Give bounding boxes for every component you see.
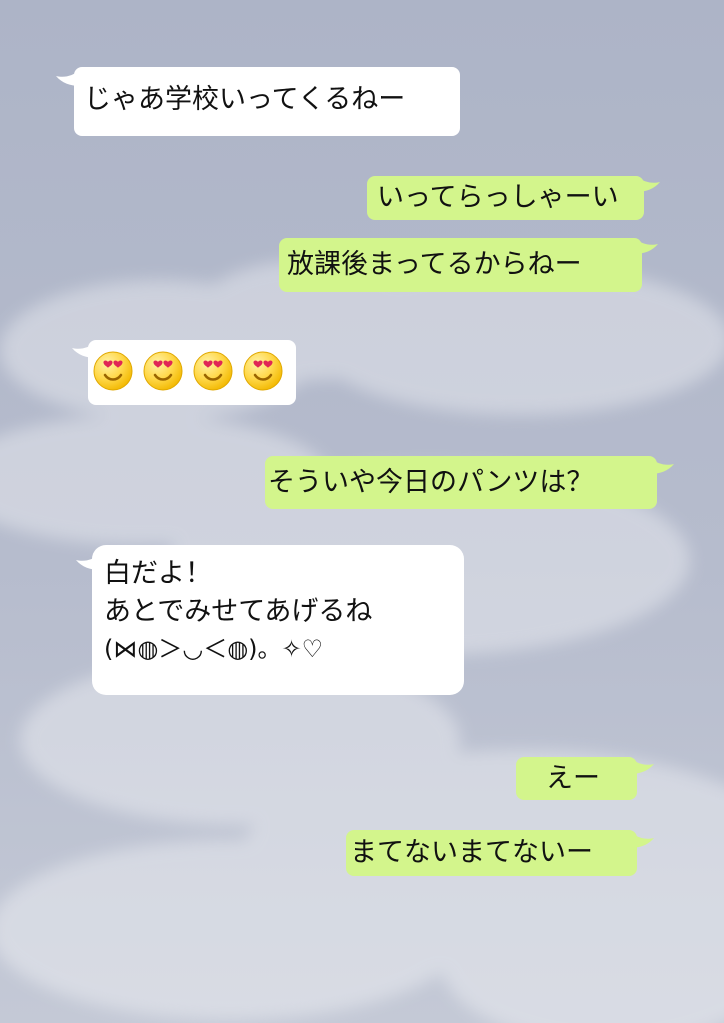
incoming-message-3: 白だよ！ あとでみせてあげるね (⋈◍＞◡＜◍)。✧♡ — [92, 545, 464, 695]
heart-eyes-emoji — [193, 351, 233, 391]
message-line: あとでみせてあげるね — [104, 596, 373, 627]
outgoing-message-3: そういや今日のパンツは？ — [265, 456, 657, 509]
incoming-bubble-tail — [76, 554, 100, 570]
incoming-bubble-tail — [72, 342, 96, 358]
incoming-message-1: じゃあ学校いってくるねー — [74, 67, 460, 136]
message-text: 放課後まってるからねー — [287, 249, 582, 280]
outgoing-bubble-tail — [650, 458, 674, 474]
outgoing-bubble-tail — [634, 238, 658, 254]
message-text: まてないまてないー — [350, 837, 593, 868]
outgoing-bubble-tail — [630, 758, 654, 774]
outgoing-message-2: 放課後まってるからねー — [279, 238, 642, 292]
chat-thread: じゃあ学校いってくるねー いってらっしゃーい 放課後まってるからねー そういや今… — [0, 0, 724, 1023]
incoming-message-2 — [88, 340, 296, 405]
message-text: じゃあ学校いってくるねー — [84, 84, 406, 115]
outgoing-message-4: えー — [516, 757, 637, 800]
message-lines: 白だよ！ あとでみせてあげるね (⋈◍＞◡＜◍)。✧♡ — [104, 558, 372, 664]
message-line: 白だよ！ — [104, 558, 212, 589]
kaomoji-line: (⋈◍＞◡＜◍)。✧♡ — [104, 635, 324, 663]
heart-eyes-emoji — [143, 351, 183, 391]
outgoing-message-5: まてないまてないー — [346, 830, 637, 876]
emoji-row — [93, 351, 283, 391]
message-text: いってらっしゃーい — [377, 182, 619, 213]
heart-eyes-emoji — [93, 351, 133, 391]
heart-eyes-emoji — [243, 351, 283, 391]
outgoing-bubble-tail — [636, 176, 660, 192]
message-text: えー — [546, 763, 600, 794]
outgoing-message-1: いってらっしゃーい — [367, 176, 644, 220]
incoming-bubble-tail — [56, 70, 80, 86]
message-text: そういや今日のパンツは？ — [268, 467, 594, 498]
outgoing-bubble-tail — [630, 832, 654, 848]
